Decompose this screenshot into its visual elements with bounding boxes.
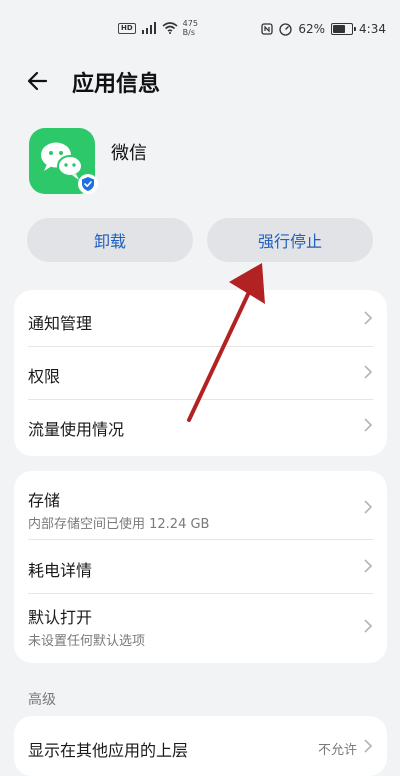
row-label: 流量使用情况 xyxy=(28,420,125,439)
battery-icon xyxy=(331,23,357,35)
uninstall-button[interactable]: 卸载 xyxy=(27,218,193,262)
status-center: HD 475 B/s xyxy=(118,19,198,37)
permissions-row[interactable]: 权限 xyxy=(14,347,387,399)
settings-group-2: 存储 内部存储空间已使用 12.24 GB 耗电详情 默认打开 未设置任何默认选… xyxy=(14,471,387,663)
page-title: 应用信息 xyxy=(72,72,161,97)
row-label: 显示在其他应用的上层 xyxy=(28,741,189,760)
network-speed: 475 B/s xyxy=(183,19,198,37)
data-usage-row[interactable]: 流量使用情况 xyxy=(14,400,387,456)
back-button[interactable] xyxy=(22,64,56,98)
section-label-advanced: 高级 xyxy=(28,692,56,708)
nfc-icon xyxy=(261,23,274,35)
status-bar: HD 475 B/s 62% 4:34 xyxy=(0,0,400,56)
clock: 4:34 xyxy=(359,22,386,36)
chevron-right-icon xyxy=(364,500,373,514)
settings-group-1: 通知管理 权限 流量使用情况 xyxy=(14,290,387,456)
chevron-right-icon xyxy=(364,365,373,379)
force-stop-button[interactable]: 强行停止 xyxy=(207,218,373,262)
network-speed-value: 475 xyxy=(182,19,198,28)
settings-group-3: 显示在其他应用的上层 不允许 xyxy=(14,716,387,776)
chevron-right-icon xyxy=(364,619,373,633)
storage-row[interactable]: 存储 内部存储空间已使用 12.24 GB xyxy=(14,471,387,539)
storage-usage-text: 内部存储空间已使用 12.24 GB xyxy=(28,517,210,532)
chevron-right-icon xyxy=(364,739,373,753)
header: 应用信息 xyxy=(0,56,400,106)
display-over-other-apps-row[interactable]: 显示在其他应用的上层 不允许 xyxy=(14,716,387,776)
wifi-icon xyxy=(162,22,178,34)
row-label: 存储 xyxy=(28,491,61,510)
verified-shield-icon xyxy=(78,174,98,194)
app-name: 微信 xyxy=(111,143,147,164)
row-label: 耗电详情 xyxy=(28,561,93,580)
hd-badge: HD xyxy=(118,22,136,34)
row-value: 不允许 xyxy=(317,743,357,758)
chevron-right-icon xyxy=(364,311,373,325)
speedometer-icon xyxy=(279,22,293,36)
row-label: 默认打开 xyxy=(28,608,93,627)
chevron-right-icon xyxy=(364,559,373,573)
status-right: 62% 4:34 xyxy=(261,22,386,36)
default-open-text: 未设置任何默认选项 xyxy=(28,634,146,649)
notification-management-row[interactable]: 通知管理 xyxy=(14,290,387,346)
back-arrow-icon xyxy=(27,71,48,91)
power-usage-row[interactable]: 耗电详情 xyxy=(14,540,387,593)
signal-icon xyxy=(141,22,156,34)
network-speed-unit: B/s xyxy=(182,28,196,37)
row-label: 通知管理 xyxy=(28,314,93,333)
battery-percent: 62% xyxy=(298,22,326,36)
row-label: 权限 xyxy=(28,367,61,386)
chevron-right-icon xyxy=(364,418,373,432)
open-by-default-row[interactable]: 默认打开 未设置任何默认选项 xyxy=(14,594,387,663)
